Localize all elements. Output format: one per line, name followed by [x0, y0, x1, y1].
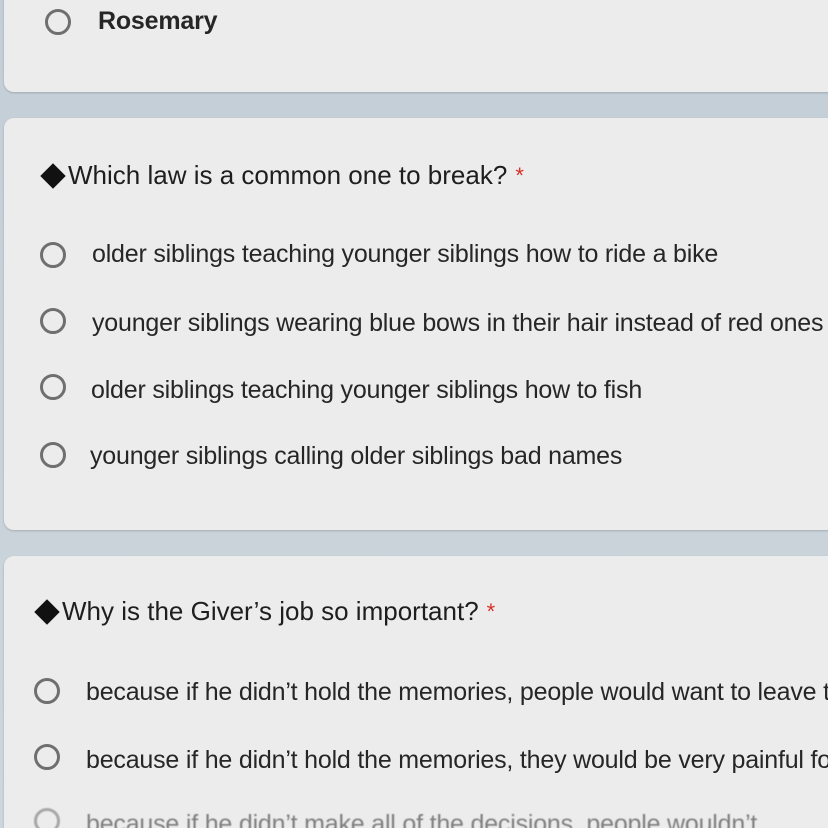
question-title-2: Why is the Giver’s job so important? *: [34, 596, 496, 627]
question-text-2: Why is the Giver’s job so important?: [62, 596, 479, 626]
form-page: Rosemary Which law is a common one to br…: [0, 0, 828, 828]
required-asterisk-1: *: [515, 162, 524, 188]
diamond-icon: [34, 598, 60, 625]
diamond-icon: [40, 162, 66, 189]
option-label-q1-3: older siblings teaching younger siblings…: [91, 376, 643, 404]
option-label-q1-1: older siblings teaching younger siblings…: [92, 240, 719, 268]
option-label-q2-2: because if he didn’t hold the memories, …: [86, 746, 828, 774]
option-label-q2-1: because if he didn’t hold the memories, …: [86, 678, 828, 706]
radio-option-q1-2[interactable]: [40, 308, 66, 334]
question-title-1: Which law is a common one to break? *: [40, 160, 524, 191]
question-text-1: Which law is a common one to break?: [68, 160, 508, 190]
radio-option-q1-1[interactable]: [40, 242, 66, 268]
option-label-rosemary: Rosemary: [98, 7, 218, 35]
radio-option-q2-3[interactable]: [34, 808, 60, 828]
radio-option-q1-3[interactable]: [40, 374, 66, 400]
option-label-q1-2: younger siblings wearing blue bows in th…: [92, 309, 824, 337]
radio-option-q2-2[interactable]: [34, 744, 60, 770]
radio-option-rosemary[interactable]: [45, 9, 71, 35]
option-label-q1-4: younger siblings calling older siblings …: [90, 442, 623, 470]
radio-option-q2-1[interactable]: [34, 678, 60, 704]
required-asterisk-2: *: [486, 598, 496, 624]
option-label-q2-3: because if he didn’t make all of the dec…: [86, 810, 758, 828]
radio-option-q1-4[interactable]: [40, 442, 66, 468]
